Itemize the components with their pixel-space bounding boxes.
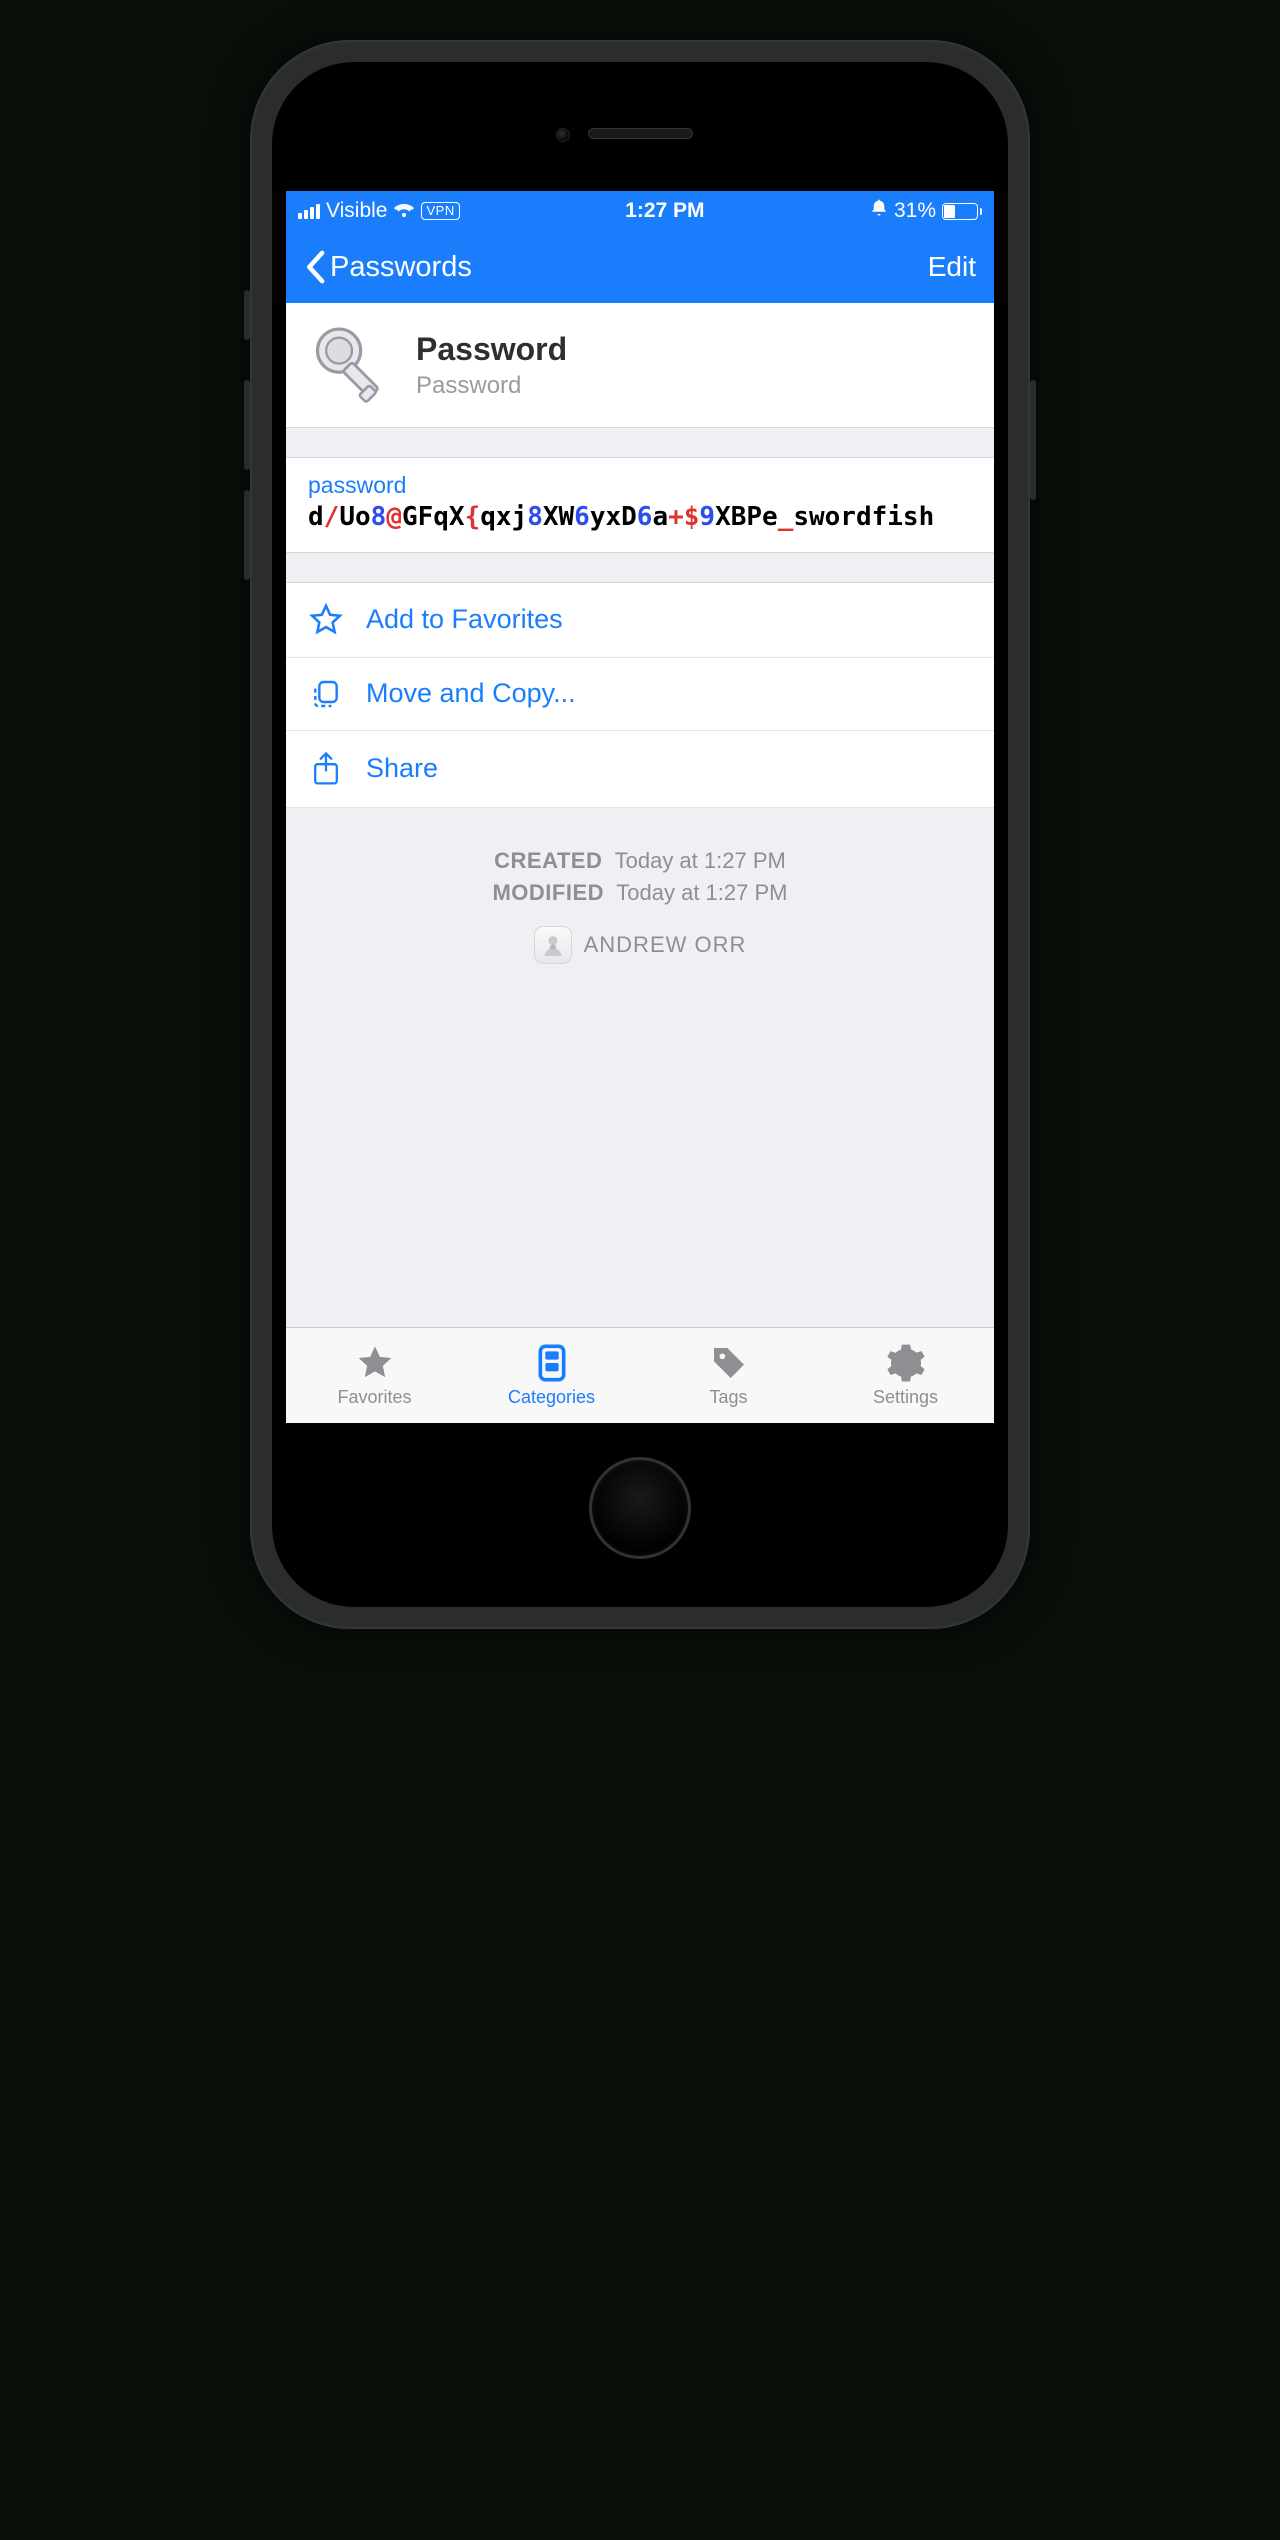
battery-pct: 31% <box>894 199 936 223</box>
home-button-area <box>286 1423 994 1593</box>
volume-down-button <box>244 490 250 580</box>
move-copy-button[interactable]: Move and Copy... <box>286 658 994 731</box>
power-button <box>1030 380 1036 500</box>
share-icon <box>308 751 344 787</box>
back-button[interactable]: Passwords <box>304 250 472 284</box>
tab-bar: Favorites Categories Tags Settings <box>286 1327 994 1423</box>
tag-icon <box>709 1343 749 1383</box>
metadata-section: CREATED Today at 1:27 PM MODIFIED Today … <box>286 808 994 1328</box>
tab-favorites-label: Favorites <box>337 1387 411 1408</box>
categories-icon <box>532 1343 572 1383</box>
signal-icon <box>298 204 320 219</box>
status-bar: Visible VPN 1:27 PM 31% <box>286 191 994 231</box>
created-value: Today at 1:27 PM <box>615 848 786 873</box>
section-gap <box>286 553 994 583</box>
battery-icon <box>942 203 982 220</box>
tab-categories[interactable]: Categories <box>463 1328 640 1423</box>
item-subtitle: Password <box>416 372 567 400</box>
item-title: Password <box>416 331 567 368</box>
vpn-badge: VPN <box>421 202 459 220</box>
add-favorite-button[interactable]: Add to Favorites <box>286 583 994 658</box>
key-icon <box>306 319 398 411</box>
carrier-label: Visible <box>326 199 387 223</box>
edit-button[interactable]: Edit <box>928 251 976 283</box>
move-copy-label: Move and Copy... <box>366 678 576 709</box>
nav-bar: Passwords Edit <box>286 231 994 303</box>
phone-frame: Visible VPN 1:27 PM 31% <box>250 40 1030 1629</box>
tab-tags-label: Tags <box>709 1387 747 1408</box>
mute-switch <box>244 290 250 340</box>
move-copy-icon <box>308 678 344 710</box>
tab-settings[interactable]: Settings <box>817 1328 994 1423</box>
tab-categories-label: Categories <box>508 1387 595 1408</box>
wifi-icon <box>393 203 415 219</box>
home-button[interactable] <box>589 1457 691 1559</box>
modified-value: Today at 1:27 PM <box>616 880 787 905</box>
share-label: Share <box>366 753 438 784</box>
modified-label: MODIFIED <box>492 880 604 905</box>
volume-up-button <box>244 380 250 470</box>
item-header: Password Password <box>286 303 994 428</box>
back-label: Passwords <box>330 251 472 284</box>
phone-top-bezel <box>286 76 994 191</box>
avatar <box>534 926 572 964</box>
password-field-label: password <box>308 472 972 499</box>
tab-favorites[interactable]: Favorites <box>286 1328 463 1423</box>
created-label: CREATED <box>494 848 602 873</box>
author-row: ANDREW ORR <box>286 926 994 964</box>
password-value: d/Uo8@GFqX{qxj8XW6yxD6a+$9XBPe_swordfish <box>308 501 972 534</box>
tab-tags[interactable]: Tags <box>640 1328 817 1423</box>
screen: Visible VPN 1:27 PM 31% <box>286 191 994 1423</box>
front-camera <box>556 128 570 142</box>
star-icon <box>308 603 344 637</box>
section-gap <box>286 428 994 458</box>
chevron-left-icon <box>304 250 326 284</box>
earpiece-speaker <box>588 128 693 139</box>
star-filled-icon <box>355 1343 395 1383</box>
password-field[interactable]: password d/Uo8@GFqX{qxj8XW6yxD6a+$9XBPe_… <box>286 458 994 553</box>
author-name: ANDREW ORR <box>584 932 747 958</box>
share-button[interactable]: Share <box>286 731 994 808</box>
gear-icon <box>886 1343 926 1383</box>
status-time: 1:27 PM <box>625 199 704 223</box>
alarm-icon <box>870 199 888 223</box>
tab-settings-label: Settings <box>873 1387 938 1408</box>
add-favorite-label: Add to Favorites <box>366 604 563 635</box>
